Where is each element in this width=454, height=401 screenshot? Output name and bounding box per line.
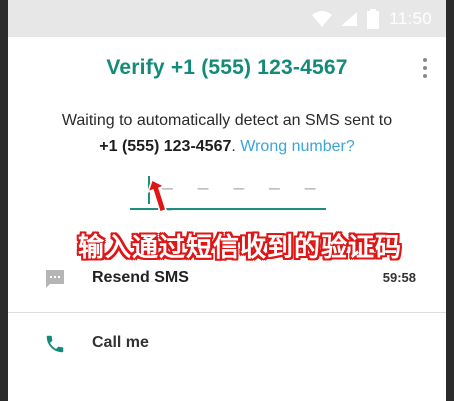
description-line1: Waiting to automatically detect an SMS s… — [61, 112, 393, 129]
description-period: . — [231, 138, 236, 155]
status-bar: 11:50 — [8, 0, 446, 37]
status-time: 11:50 — [389, 8, 432, 28]
wifi-icon — [312, 10, 333, 27]
overflow-menu-icon[interactable] — [420, 56, 430, 80]
signal-icon — [341, 11, 358, 26]
wrong-number-link[interactable]: Wrong number? — [240, 138, 354, 155]
verification-description: Waiting to automatically detect an SMS s… — [8, 108, 446, 160]
call-me-label: Call me — [92, 334, 149, 351]
status-icons: 11:50 — [311, 0, 446, 37]
page-title: Verify +1 (555) 123-4567 — [106, 56, 348, 79]
device-frame-left — [0, 0, 8, 401]
message-icon — [46, 270, 64, 288]
phone-screen: 11:50 Verify +1 (555) 123-4567 Waiting t… — [8, 0, 446, 401]
battery-icon — [367, 8, 380, 29]
description-line2: +1 (555) 123-4567. Wrong number? — [8, 134, 446, 160]
code-placeholder: – – – – – – — [162, 178, 323, 220]
resend-sms-label: Resend SMS — [92, 269, 189, 286]
phone-number: +1 (555) 123-4567 — [99, 138, 232, 155]
resend-timer: 59:58 — [382, 270, 416, 285]
call-me-button[interactable]: Call me — [8, 320, 446, 370]
device-frame-right — [446, 0, 454, 401]
resend-sms-button[interactable]: Resend SMS 59:58 — [8, 255, 446, 305]
annotation-arrow-icon — [146, 178, 167, 213]
phone-icon — [46, 335, 64, 353]
section-divider — [8, 312, 446, 313]
